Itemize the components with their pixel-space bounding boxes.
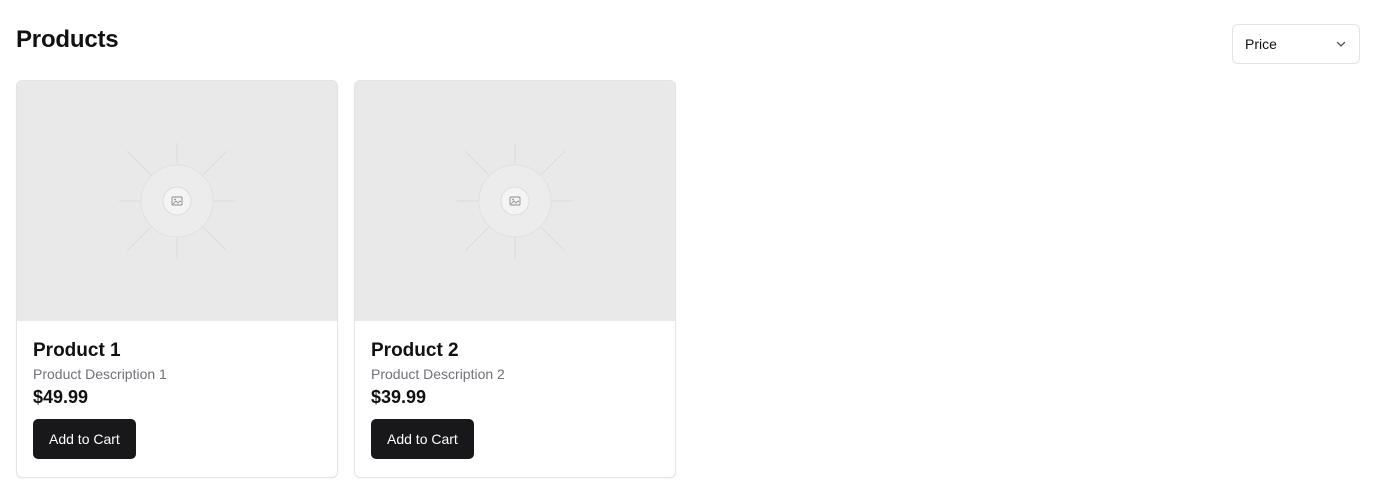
sort-select-value: Price — [1245, 36, 1277, 52]
image-placeholder-icon — [119, 143, 235, 259]
product-price: $49.99 — [33, 387, 89, 407]
products-page: Products Price Product 1 Product Descrip… — [0, 0, 1376, 502]
product-name: Product 1 — [33, 340, 121, 361]
product-image — [17, 81, 337, 321]
product-grid: Product 1 Product Description 1 $49.99 A… — [16, 80, 676, 478]
product-card: Product 2 Product Description 2 $39.99 A… — [354, 80, 676, 478]
product-card-body: Product 1 Product Description 1 $49.99 A… — [17, 321, 337, 475]
add-to-cart-button[interactable]: Add to Cart — [371, 419, 474, 459]
product-description: Product Description 1 — [33, 366, 167, 382]
product-name: Product 2 — [371, 340, 459, 361]
page-title: Products — [16, 26, 119, 53]
sort-select[interactable]: Price — [1232, 24, 1360, 64]
product-price: $39.99 — [371, 387, 427, 407]
product-image — [355, 81, 675, 321]
product-card: Product 1 Product Description 1 $49.99 A… — [16, 80, 338, 478]
product-description: Product Description 2 — [371, 366, 505, 382]
image-placeholder-icon — [457, 143, 573, 259]
product-card-body: Product 2 Product Description 2 $39.99 A… — [355, 321, 675, 475]
add-to-cart-button[interactable]: Add to Cart — [33, 419, 136, 459]
page-header: Products Price — [16, 24, 1360, 64]
chevron-down-icon — [1335, 38, 1347, 50]
